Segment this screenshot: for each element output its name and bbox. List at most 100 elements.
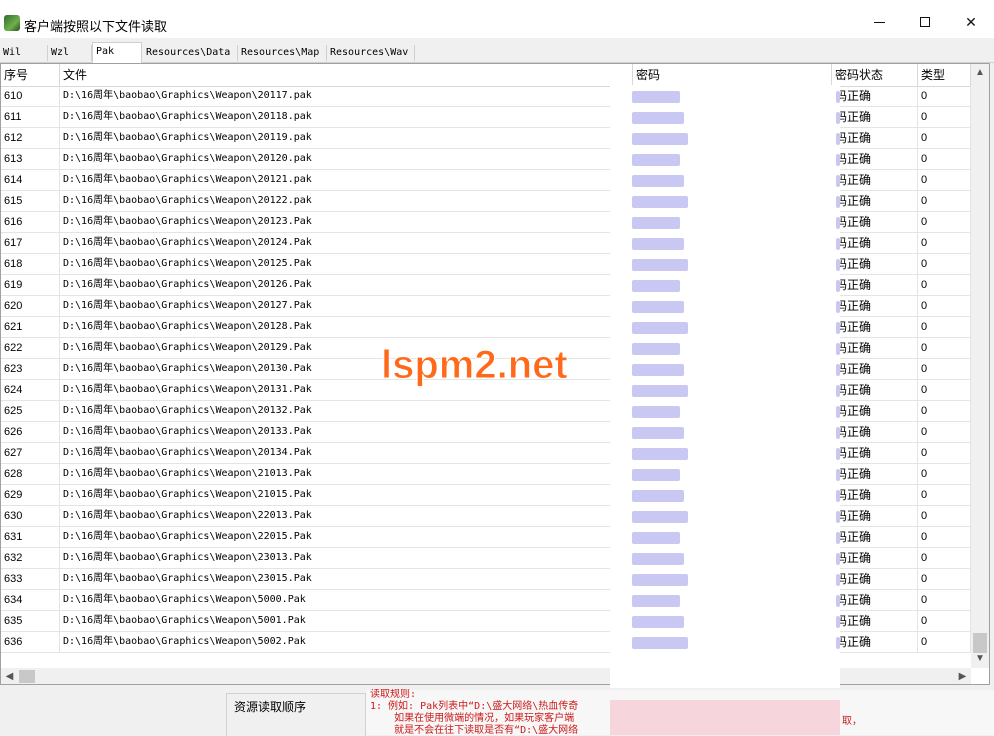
cell-file: D:\16周年\baobao\Graphics\Weapon\20117.pak <box>60 86 633 106</box>
cell-password-status: 码正确 <box>832 275 918 295</box>
cell-index: 625 <box>1 401 60 421</box>
cell-file: D:\16周年\baobao\Graphics\Weapon\5001.Pak <box>60 611 633 631</box>
cell-type: 0 <box>918 275 971 295</box>
minimize-icon <box>873 21 885 23</box>
window-title: 客户端按照以下文件读取 <box>24 19 168 34</box>
cell-index: 621 <box>1 317 60 337</box>
password-blur-edge <box>836 154 840 166</box>
password-blur-edge <box>836 301 840 313</box>
cell-file: D:\16周年\baobao\Graphics\Weapon\20128.Pak <box>60 317 633 337</box>
password-blur-edge <box>836 175 840 187</box>
password-blur-edge <box>836 91 840 103</box>
cell-file: D:\16周年\baobao\Graphics\Weapon\20118.pak <box>60 107 633 127</box>
cell-type: 0 <box>918 464 971 484</box>
cell-password-status: 码正确 <box>832 485 918 505</box>
cell-index: 629 <box>1 485 60 505</box>
password-blur <box>632 553 684 565</box>
column-header-password[interactable]: 密码 <box>633 64 832 86</box>
cell-index: 633 <box>1 569 60 589</box>
password-blur-edge <box>836 574 840 586</box>
tab-resources-data[interactable]: Resources\Data <box>143 45 238 61</box>
cell-file: D:\16周年\baobao\Graphics\Weapon\21015.Pak <box>60 485 633 505</box>
cell-file: D:\16周年\baobao\Graphics\Weapon\22015.Pak <box>60 527 633 547</box>
minimize-button[interactable] <box>856 6 902 38</box>
cell-file: D:\16周年\baobao\Graphics\Weapon\21013.Pak <box>60 464 633 484</box>
password-blur <box>632 133 688 145</box>
cell-index: 615 <box>1 191 60 211</box>
cell-file: D:\16周年\baobao\Graphics\Weapon\20121.pak <box>60 170 633 190</box>
cell-password-status: 码正确 <box>832 359 918 379</box>
password-blur <box>632 343 680 355</box>
rules-redaction <box>610 700 840 735</box>
cell-type: 0 <box>918 632 971 652</box>
horizontal-scroll-thumb[interactable] <box>19 670 35 683</box>
password-blur <box>632 301 684 313</box>
tab-pak[interactable]: Pak <box>92 42 142 63</box>
password-blur <box>632 469 680 481</box>
password-blur <box>632 574 688 586</box>
app-icon <box>4 15 20 31</box>
password-blur-edge <box>836 217 840 229</box>
cell-index: 623 <box>1 359 60 379</box>
tab-wil[interactable]: Wil <box>0 45 48 61</box>
cell-type: 0 <box>918 506 971 526</box>
cell-password-status: 码正确 <box>832 149 918 169</box>
cell-type: 0 <box>918 149 971 169</box>
cell-type: 0 <box>918 485 971 505</box>
column-header-file[interactable]: 文件 <box>60 64 633 86</box>
scroll-left-icon[interactable]: ◀ <box>1 668 18 684</box>
maximize-icon <box>920 17 930 27</box>
cell-password-status: 码正确 <box>832 86 918 106</box>
column-header-type[interactable]: 类型 <box>918 64 971 86</box>
cell-index: 630 <box>1 506 60 526</box>
password-blur <box>632 364 684 376</box>
password-blur <box>632 616 684 628</box>
column-header-password-status[interactable]: 密码状态 <box>832 64 918 86</box>
cell-index: 627 <box>1 443 60 463</box>
password-blur-edge <box>836 469 840 481</box>
password-blur-edge <box>836 280 840 292</box>
cell-type: 0 <box>918 128 971 148</box>
scroll-up-icon[interactable]: ▲ <box>971 64 989 82</box>
cell-index: 614 <box>1 170 60 190</box>
cell-type: 0 <box>918 254 971 274</box>
password-blur <box>632 406 680 418</box>
password-blur-edge <box>836 343 840 355</box>
cell-password-status: 码正确 <box>832 191 918 211</box>
cell-index: 631 <box>1 527 60 547</box>
cell-password-status: 码正确 <box>832 128 918 148</box>
cell-type: 0 <box>918 317 971 337</box>
scroll-right-icon[interactable]: ▶ <box>954 668 971 684</box>
cell-password-status: 码正确 <box>832 569 918 589</box>
password-blur-edge <box>836 616 840 628</box>
password-blur <box>632 217 680 229</box>
password-blur <box>632 448 688 460</box>
tab-resources-wav[interactable]: Resources\Wav <box>327 45 415 61</box>
cell-password-status: 码正确 <box>832 506 918 526</box>
column-header-index[interactable]: 序号 <box>1 64 60 86</box>
cell-type: 0 <box>918 338 971 358</box>
tab-wzl[interactable]: Wzl <box>48 45 92 61</box>
cell-index: 622 <box>1 338 60 358</box>
scroll-down-icon[interactable]: ▼ <box>971 650 989 668</box>
cell-file: D:\16周年\baobao\Graphics\Weapon\20132.Pak <box>60 401 633 421</box>
password-blur-edge <box>836 133 840 145</box>
close-button[interactable]: ✕ <box>948 6 994 38</box>
vertical-scrollbar[interactable]: ▲ ▼ <box>971 64 989 668</box>
maximize-button[interactable] <box>902 6 948 38</box>
password-blur <box>632 112 684 124</box>
cell-index: 635 <box>1 611 60 631</box>
password-blur-edge <box>836 259 840 271</box>
cell-type: 0 <box>918 170 971 190</box>
tab-resources-map[interactable]: Resources\Map <box>238 45 327 61</box>
password-blur <box>632 532 680 544</box>
password-blur <box>632 154 680 166</box>
cell-type: 0 <box>918 212 971 232</box>
cell-file: D:\16周年\baobao\Graphics\Weapon\20120.pak <box>60 149 633 169</box>
cell-type: 0 <box>918 191 971 211</box>
cell-password-status: 码正确 <box>832 254 918 274</box>
password-blur-edge <box>836 427 840 439</box>
tab-strip: Wil Wzl Pak Resources\Data Resources\Map… <box>0 42 994 63</box>
password-blur-edge <box>836 553 840 565</box>
password-blur-edge <box>836 490 840 502</box>
